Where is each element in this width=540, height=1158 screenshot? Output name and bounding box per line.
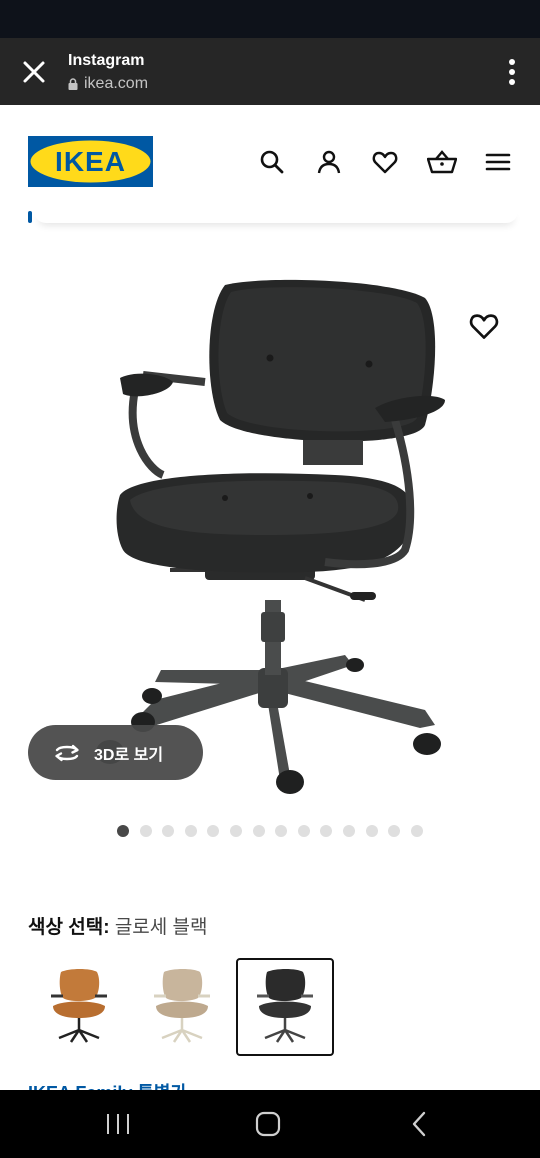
color-select-value: 글로세 블랙 — [114, 917, 208, 938]
pagination-dot[interactable] — [320, 825, 333, 837]
pagination-dot[interactable] — [207, 825, 220, 837]
search-icon[interactable] — [259, 149, 285, 175]
image-pagination — [117, 825, 423, 837]
logo-text: IKEA — [55, 146, 126, 177]
browser-title: Instagram — [68, 52, 145, 69]
pagination-dot[interactable] — [388, 825, 401, 837]
browser-titles: Instagram ikea.com — [68, 51, 148, 94]
back-icon[interactable] — [406, 1110, 434, 1138]
view-3d-label: 3D로 보기 — [94, 746, 164, 764]
recent-apps-icon[interactable] — [104, 1110, 132, 1138]
rotate-3d-icon — [55, 744, 79, 761]
pagination-dot[interactable] — [252, 825, 265, 837]
hamburger-menu-icon[interactable] — [485, 149, 511, 175]
home-icon[interactable] — [254, 1110, 282, 1138]
pagination-dot[interactable] — [162, 825, 175, 837]
close-icon[interactable] — [18, 56, 50, 88]
pagination-dot[interactable] — [297, 825, 310, 837]
browser-url: ikea.com — [84, 75, 149, 92]
ikea-logo[interactable]: IKEA — [28, 136, 153, 187]
strip-accent — [28, 211, 32, 223]
system-nav-bar — [0, 1090, 540, 1158]
browser-url-row: ikea.com — [68, 74, 148, 94]
user-icon[interactable] — [316, 149, 342, 175]
color-option-brown[interactable] — [30, 958, 128, 1056]
view-3d-button[interactable]: 3D로 보기 — [28, 725, 203, 780]
pagination-dot[interactable] — [139, 825, 152, 837]
pagination-dot[interactable] — [410, 825, 423, 837]
pagination-dot[interactable] — [184, 825, 197, 837]
status-bar — [0, 0, 540, 38]
notice-card — [34, 207, 518, 223]
pagination-dot[interactable] — [117, 825, 129, 837]
heart-icon[interactable] — [372, 149, 398, 175]
color-option-black[interactable] — [236, 958, 334, 1056]
color-select-heading: 색상 선택: 글로세 블랙 — [28, 912, 208, 939]
pagination-dot[interactable] — [229, 825, 242, 837]
site-header: IKEA — [0, 105, 540, 215]
color-select-label: 색상 선택: — [28, 917, 110, 938]
in-app-browser-bar: Instagram ikea.com — [0, 38, 540, 105]
pagination-dot[interactable] — [342, 825, 355, 837]
pagination-dot[interactable] — [275, 825, 288, 837]
lock-icon — [68, 78, 78, 90]
pagination-dot[interactable] — [365, 825, 378, 837]
color-option-beige[interactable] — [133, 958, 231, 1056]
wishlist-heart-icon[interactable] — [469, 311, 499, 341]
more-vert-icon[interactable] — [506, 58, 518, 86]
cart-icon[interactable] — [426, 149, 458, 175]
